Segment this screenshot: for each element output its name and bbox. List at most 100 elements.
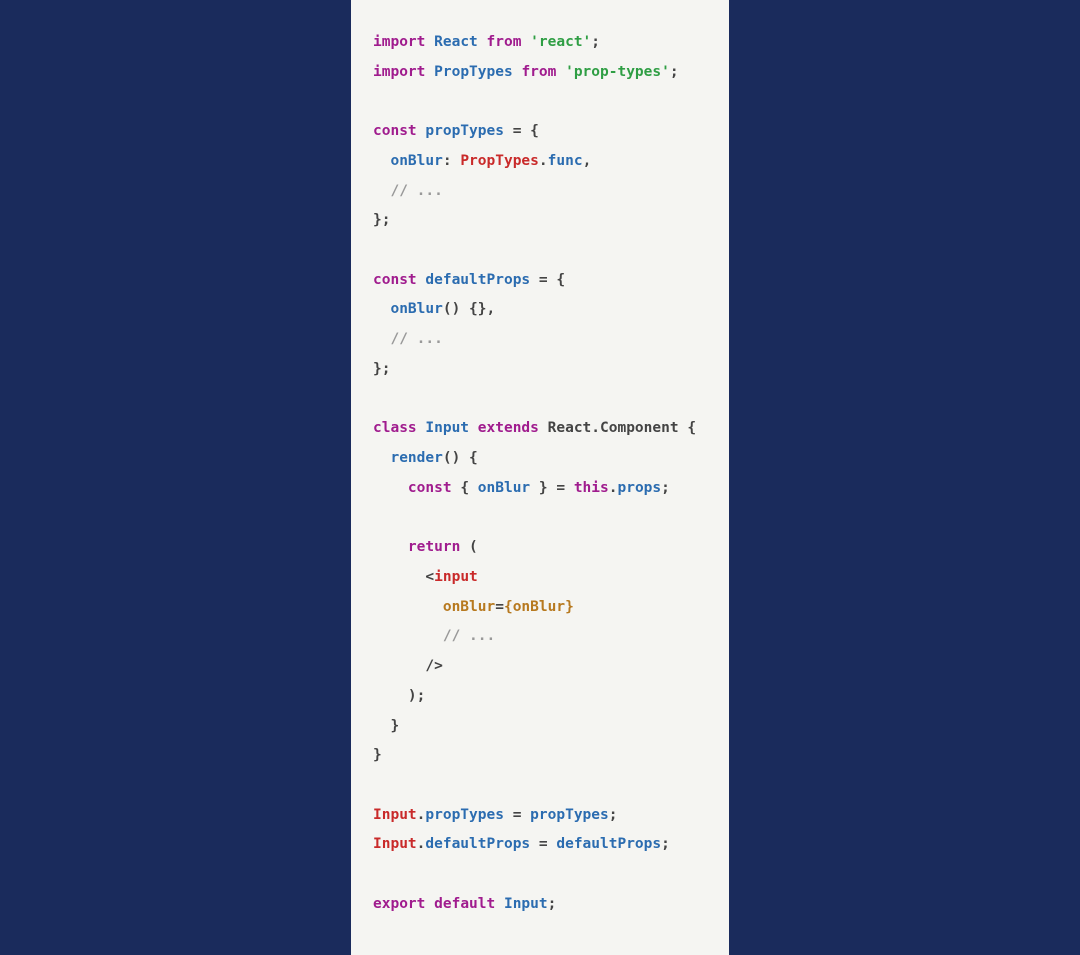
code-token bbox=[425, 34, 434, 50]
code-token: // ... bbox=[390, 331, 442, 347]
code-token: from bbox=[487, 34, 522, 50]
code-token: onBlur bbox=[478, 480, 530, 496]
code-token: this bbox=[574, 480, 609, 496]
code-token: PropTypes bbox=[460, 153, 539, 169]
code-token bbox=[373, 688, 408, 704]
code-token bbox=[373, 718, 390, 734]
code-token: }; bbox=[373, 361, 390, 377]
code-token bbox=[373, 183, 390, 199]
code-token: = bbox=[504, 123, 530, 139]
code-token: } bbox=[373, 747, 382, 763]
code-token: func bbox=[548, 153, 583, 169]
code-line: onBlur: PropTypes.func, bbox=[373, 147, 707, 177]
code-token: } = bbox=[530, 480, 574, 496]
code-token: React bbox=[434, 34, 478, 50]
code-token: { bbox=[504, 599, 513, 615]
code-token: , bbox=[583, 153, 592, 169]
code-token: Input bbox=[373, 836, 417, 852]
code-token: { bbox=[530, 123, 539, 139]
code-token: ; bbox=[548, 896, 557, 912]
code-token bbox=[373, 331, 390, 347]
code-line bbox=[373, 385, 707, 415]
code-line: // ... bbox=[373, 177, 707, 207]
code-token: () { bbox=[443, 450, 478, 466]
code-token: Input bbox=[504, 896, 548, 912]
code-token: defaultProps bbox=[425, 836, 530, 852]
code-line: const propTypes = { bbox=[373, 117, 707, 147]
code-token bbox=[478, 34, 487, 50]
code-token: { bbox=[460, 480, 477, 496]
code-line: onBlur={onBlur} bbox=[373, 593, 707, 623]
code-token bbox=[521, 34, 530, 50]
code-block: import React from 'react';import PropTyp… bbox=[373, 28, 707, 920]
code-line: import PropTypes from 'prop-types'; bbox=[373, 58, 707, 88]
code-line: }; bbox=[373, 355, 707, 385]
code-token: props bbox=[617, 480, 661, 496]
code-token bbox=[373, 658, 425, 674]
code-token: React.Component bbox=[548, 420, 679, 436]
code-token bbox=[373, 599, 443, 615]
code-token bbox=[679, 420, 688, 436]
code-token: } bbox=[565, 599, 574, 615]
code-token: propTypes bbox=[425, 807, 504, 823]
code-token: onBlur bbox=[443, 599, 495, 615]
code-token bbox=[373, 450, 390, 466]
code-token: import bbox=[373, 34, 425, 50]
code-token: ; bbox=[661, 480, 670, 496]
code-token: // ... bbox=[390, 183, 442, 199]
code-line bbox=[373, 236, 707, 266]
code-token: /> bbox=[425, 658, 442, 674]
code-line bbox=[373, 771, 707, 801]
code-token: extends bbox=[478, 420, 539, 436]
code-line: return ( bbox=[373, 533, 707, 563]
code-token bbox=[373, 539, 408, 555]
code-token: ; bbox=[670, 64, 679, 80]
code-token: input bbox=[434, 569, 478, 585]
code-line: render() { bbox=[373, 444, 707, 474]
code-line: // ... bbox=[373, 325, 707, 355]
code-token: propTypes bbox=[425, 123, 504, 139]
code-token: 'prop-types' bbox=[565, 64, 670, 80]
code-token: export bbox=[373, 896, 425, 912]
code-token bbox=[425, 896, 434, 912]
code-token: const bbox=[408, 480, 452, 496]
code-token bbox=[373, 480, 408, 496]
code-token: return bbox=[408, 539, 460, 555]
code-token: render bbox=[390, 450, 442, 466]
code-token: { bbox=[687, 420, 696, 436]
code-token: import bbox=[373, 64, 425, 80]
code-token: const bbox=[373, 272, 417, 288]
code-line: <input bbox=[373, 563, 707, 593]
code-token: propTypes bbox=[530, 807, 609, 823]
code-token: onBlur bbox=[513, 599, 565, 615]
code-line: // ... bbox=[373, 622, 707, 652]
code-line: } bbox=[373, 741, 707, 771]
code-token: = bbox=[530, 272, 556, 288]
code-token: . bbox=[539, 153, 548, 169]
code-token bbox=[373, 569, 425, 585]
code-token: }; bbox=[373, 212, 390, 228]
code-token: defaultProps bbox=[556, 836, 661, 852]
code-token: } bbox=[390, 718, 399, 734]
code-token: Input bbox=[373, 807, 417, 823]
code-token: defaultProps bbox=[425, 272, 530, 288]
code-line: import React from 'react'; bbox=[373, 28, 707, 58]
code-token: class bbox=[373, 420, 417, 436]
code-line bbox=[373, 504, 707, 534]
code-token: ( bbox=[460, 539, 477, 555]
code-line: const defaultProps = { bbox=[373, 266, 707, 296]
code-token: = bbox=[495, 599, 504, 615]
code-token bbox=[495, 896, 504, 912]
code-token: < bbox=[425, 569, 434, 585]
code-line bbox=[373, 87, 707, 117]
code-line: onBlur() {}, bbox=[373, 295, 707, 325]
code-token: ); bbox=[408, 688, 425, 704]
code-token: = bbox=[530, 836, 556, 852]
code-token: ; bbox=[591, 34, 600, 50]
code-line: ); bbox=[373, 682, 707, 712]
code-token bbox=[425, 64, 434, 80]
code-line: const { onBlur } = this.props; bbox=[373, 474, 707, 504]
code-token bbox=[539, 420, 548, 436]
code-token bbox=[556, 64, 565, 80]
code-token: from bbox=[521, 64, 556, 80]
